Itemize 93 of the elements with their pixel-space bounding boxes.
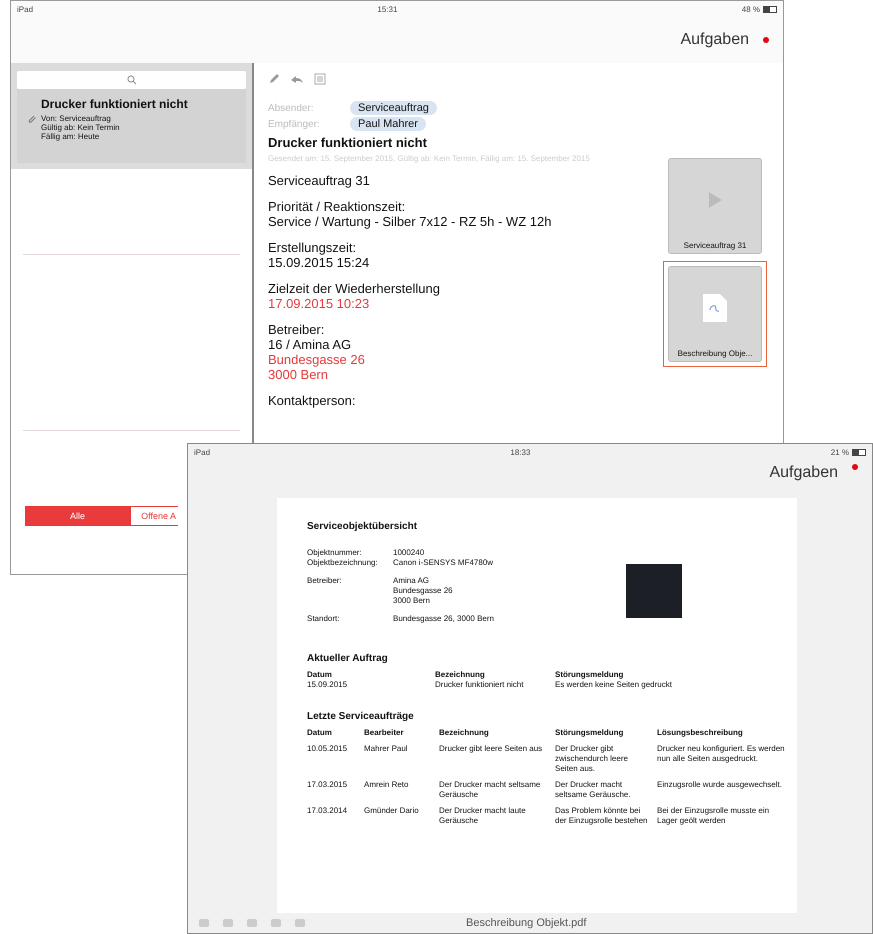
- field-value: 1000240: [393, 548, 424, 558]
- field-label: Betreiber:: [307, 576, 343, 587]
- notification-dot-icon: [763, 37, 769, 43]
- sender-chip[interactable]: Serviceauftrag: [350, 101, 437, 115]
- message-text: Kontaktperson:: [268, 393, 356, 408]
- message-text: 16 / Amina AG: [268, 337, 352, 352]
- section-heading: Letzte Serviceaufträge: [307, 712, 415, 722]
- device-label: iPad: [17, 4, 34, 14]
- recipient-label: Empfänger:: [268, 118, 321, 130]
- table-cell-text: Der Drucker macht seltsame Geräusche.: [555, 780, 632, 800]
- document-title: Serviceobjektübersicht: [307, 522, 418, 532]
- printer-photo-placeholder: [626, 564, 682, 618]
- message-text: Priorität / Reaktionszeit:: [268, 199, 406, 214]
- column-header: Störungsmeldung: [555, 670, 624, 680]
- table-cell-text: Der Drucker macht laute Geräusche: [439, 806, 527, 826]
- field-value: Bundesgasse 26, 3000 Bern: [393, 614, 494, 624]
- pencil-icon[interactable]: [268, 73, 280, 85]
- search-field[interactable]: [17, 71, 246, 89]
- field-label: Standort:: [307, 614, 340, 624]
- column-header: Störungsmeldung: [555, 728, 624, 738]
- message-text: Erstellungszeit:: [268, 240, 358, 255]
- sender-label: Absender:: [268, 102, 315, 114]
- message-text: Bundesgasse 26: [268, 352, 366, 367]
- file-name: Beschreibung Objekt.pdf: [466, 917, 586, 929]
- table-cell-text: Mahrer Paul: [364, 744, 409, 755]
- play-icon: [707, 191, 723, 209]
- toolbar-icon[interactable]: [246, 918, 258, 928]
- filter-tab[interactable]: Offene A: [130, 506, 178, 526]
- status-time: 18:33: [510, 448, 530, 456]
- nav-title[interactable]: Aufgaben: [769, 464, 838, 482]
- message-text: Zielzeit der Wiederherstellung: [268, 281, 441, 296]
- search-icon: [126, 75, 136, 85]
- device-label: iPad: [194, 448, 210, 456]
- section-heading: Aktueller Auftrag: [307, 654, 389, 664]
- notification-dot-icon: [852, 464, 858, 470]
- column-header: Bezeichnung: [435, 670, 486, 680]
- table-cell-text: Drucker neu konfiguriert. Es werden nun alle Seiten ausgedruckt.: [657, 744, 786, 765]
- field-value: 3000 Bern: [393, 596, 431, 606]
- task-detail: Gültig ab: Kein Termin: [41, 123, 120, 132]
- field-label: Objektnummer:: [307, 548, 363, 558]
- message-text: Service / Wartung - Silber 7x12 - RZ 5h - WZ 12h: [268, 214, 552, 229]
- toolbar-icon[interactable]: [198, 918, 210, 928]
- column-header: Datum: [307, 728, 333, 738]
- message-subject: Drucker funktioniert nicht: [268, 135, 428, 150]
- table-cell-text: Es werden keine Seiten gedruckt: [555, 680, 673, 690]
- task-list-item[interactable]: Drucker funktioniert nicht Von: Serviceauftrag Gültig ab: Kein Termin Fällig am: Heute: [17, 89, 246, 163]
- table-cell-text: Der Drucker gibt zwischendurch leere Seiten aus.: [555, 744, 629, 774]
- table-cell-text: Gmünder Dario: [364, 806, 420, 817]
- task-title: Drucker funktioniert nicht: [41, 97, 189, 111]
- task-detail: Fällig am: Heute: [41, 132, 100, 141]
- table-cell-text: Drucker funktioniert nicht: [435, 680, 524, 690]
- toolbar-icon[interactable]: [222, 918, 234, 928]
- message-text: Betreiber:: [268, 322, 326, 337]
- battery-percent: 48 %: [742, 4, 760, 14]
- table-cell-text: Einzugsrolle wurde ausgewechselt.: [657, 780, 783, 791]
- reply-icon[interactable]: [290, 73, 304, 85]
- filter-tab[interactable]: Alle: [25, 506, 130, 526]
- attachment-name: Beschreibung Obje...: [676, 349, 754, 360]
- field-value: Canon i-SENSYS MF4780w: [393, 558, 494, 568]
- table-cell-text: 17.03.2014: [307, 806, 348, 817]
- column-header: Bezeichnung: [439, 728, 490, 738]
- table-cell-text: 15.09.2015: [307, 680, 348, 690]
- attachment-tile[interactable]: Beschreibung Obje...: [663, 261, 767, 367]
- attachment-name: Serviceauftrag 31: [682, 241, 748, 252]
- table-cell-text: Der Drucker macht seltsame Geräusche: [439, 780, 542, 800]
- message-text: Serviceauftrag 31: [268, 173, 371, 188]
- table-cell-text: Amrein Reto: [364, 780, 410, 791]
- message-text: 17.09.2015 10:23: [268, 296, 370, 311]
- list-icon[interactable]: [314, 73, 326, 85]
- message-text: 15.09.2015 15:24: [268, 255, 370, 270]
- status-time: 15:31: [377, 4, 398, 14]
- battery-icon: [852, 448, 866, 456]
- task-detail: Von: Serviceauftrag: [41, 114, 112, 123]
- recipient-chip[interactable]: Paul Mahrer: [350, 117, 426, 131]
- column-header: Lösungsbeschreibung: [657, 728, 744, 738]
- table-cell-text: Das Problem könnte bei der Einzugsrolle bestehen: [555, 806, 649, 826]
- table-cell-text: 17.03.2015: [307, 780, 348, 791]
- table-cell-text: Drucker gibt leere Seiten aus: [439, 744, 544, 755]
- toolbar-icon[interactable]: [270, 918, 282, 928]
- nav-title[interactable]: Aufgaben: [680, 31, 749, 49]
- table-cell-text: 10.05.2015: [307, 744, 348, 755]
- battery-icon: [763, 6, 777, 12]
- field-value: Amina AG: [393, 576, 430, 586]
- message-text: 3000 Bern: [268, 367, 329, 382]
- field-value: Bundesgasse 26: [393, 586, 453, 596]
- field-label: Objektbezeichnung:: [307, 558, 379, 568]
- paperclip-icon: [27, 114, 37, 124]
- table-cell-text: Bei der Einzugsrolle musste ein Lager geölt werden: [657, 806, 770, 826]
- pdf-file-icon: [702, 293, 728, 323]
- column-header: Bearbeiter: [364, 728, 405, 738]
- column-header: Datum: [307, 670, 333, 680]
- toolbar-icon[interactable]: [294, 918, 306, 928]
- battery-percent: 21 %: [830, 448, 849, 456]
